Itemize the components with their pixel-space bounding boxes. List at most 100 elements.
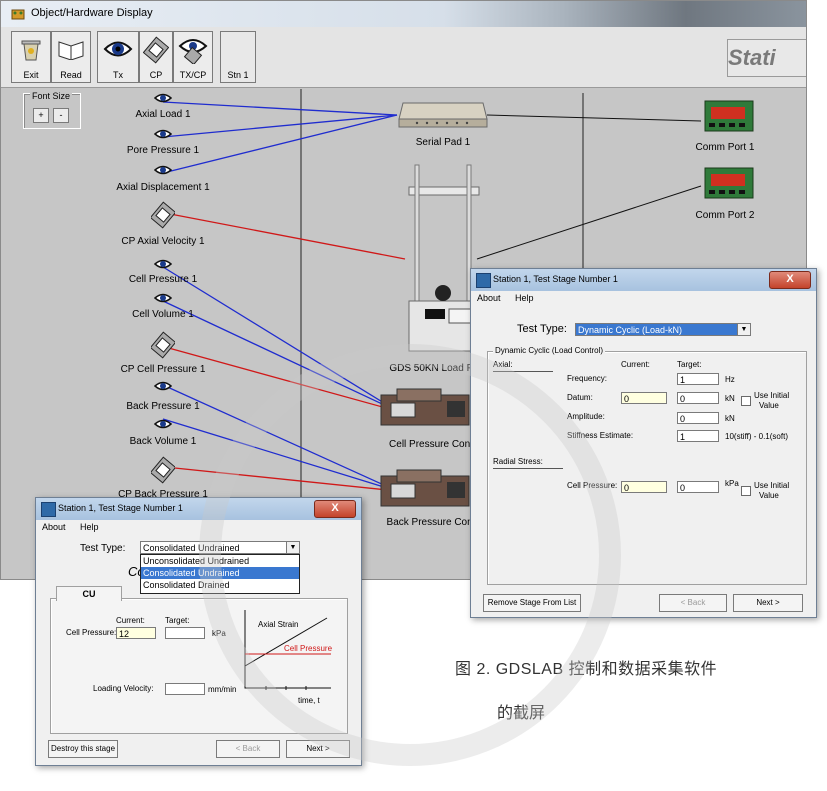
group-label: Dynamic Cyclic (Load Control): [493, 346, 606, 355]
target-label: Target:: [677, 360, 702, 369]
divider: [493, 468, 563, 469]
datum-unit: kN: [725, 394, 735, 403]
eye-icon: [153, 293, 173, 306]
eye-icon: [153, 381, 173, 394]
menu-bar: About Help: [471, 291, 816, 307]
valve-icon: [149, 456, 177, 487]
eye-icon: [153, 259, 173, 272]
eye-icon: [153, 419, 173, 432]
graph-axial-strain-label: Axial Strain: [258, 620, 299, 629]
cell-pressure-target-input[interactable]: [165, 627, 205, 639]
cu-stage-dialog: Station 1, Test Stage Number 1 X About H…: [35, 497, 362, 766]
eye-icon: [153, 93, 173, 106]
node-cell-volume[interactable]: Cell Volume 1: [132, 309, 194, 320]
comm-port-2-image[interactable]: [703, 164, 755, 205]
cell-pressure-target-input[interactable]: 0: [677, 481, 719, 493]
stiffness-range: 10(stiff) - 0.1(soft): [725, 432, 788, 441]
back-button[interactable]: < Back: [216, 740, 280, 758]
option-unconsolidated-undrained[interactable]: Unconsolidated Undrained: [141, 555, 299, 567]
node-axial-displacement[interactable]: Axial Displacement 1: [116, 182, 209, 193]
serial-pad-image[interactable]: [397, 97, 489, 134]
comm-port-1-image[interactable]: [703, 97, 755, 138]
close-button[interactable]: X: [769, 271, 811, 289]
next-button[interactable]: Next >: [286, 740, 350, 758]
cell-pressure-label: Cell Pressure:: [567, 481, 618, 490]
cell-pressure-controller-label: Cell Pressure Cont: [389, 439, 473, 450]
cell-pressure-label: Cell Pressure:: [66, 628, 117, 637]
frequency-input[interactable]: 1: [677, 373, 719, 385]
radial-stress-label: Radial Stress:: [493, 457, 543, 466]
serial-pad-label: Serial Pad 1: [415, 137, 471, 148]
eye-icon: [153, 165, 173, 178]
comm-port-2-label: Comm Port 2: [695, 210, 755, 221]
graph-cell-pressure-label: Cell Pressure: [284, 644, 333, 653]
use-initial-label-2: Value: [759, 401, 779, 410]
figure-caption-line-2: 的截屏: [497, 705, 546, 722]
back-pressure-controller-image[interactable]: [377, 466, 473, 515]
stiffness-label: Stiffness Estimate:: [567, 431, 634, 440]
cell-pressure-current-field: 0: [621, 481, 667, 493]
datum-label: Datum:: [567, 393, 593, 402]
test-type-select[interactable]: Consolidated Undrained ▼: [140, 541, 300, 554]
node-cp-cell-pressure[interactable]: CP Cell Pressure 1: [121, 364, 206, 375]
axial-label: Axial:: [493, 360, 513, 369]
comm-port-1-label: Comm Port 1: [695, 142, 755, 153]
amplitude-label: Amplitude:: [567, 412, 605, 421]
test-type-value: Dynamic Cyclic (Load-kN): [578, 325, 683, 335]
menu-help[interactable]: Help: [515, 293, 534, 303]
node-axial-load[interactable]: Axial Load 1: [135, 109, 190, 120]
close-button[interactable]: X: [314, 500, 356, 518]
load-frame-label: GDS 50KN Load F: [389, 363, 473, 374]
dialog-title-bar: Station 1, Test Stage Number 1 X: [471, 269, 816, 291]
stiffness-input[interactable]: 1: [677, 430, 719, 442]
divider: [493, 371, 553, 372]
node-cell-pressure[interactable]: Cell Pressure 1: [129, 274, 197, 285]
menu-about[interactable]: About: [42, 522, 66, 532]
menu-about[interactable]: About: [477, 293, 501, 303]
dialog-title: Station 1, Test Stage Number 1: [493, 274, 618, 284]
chevron-down-icon: ▼: [737, 324, 750, 335]
valve-icon: [149, 201, 177, 232]
cell-pressure-controller-image[interactable]: [377, 385, 473, 434]
test-type-label: Test Type:: [517, 323, 567, 335]
figure-caption-line-1: 图 2. GDSLAB 控制和数据采集软件: [455, 661, 718, 678]
remove-stage-button[interactable]: Remove Stage From List: [483, 594, 581, 612]
tab-cu[interactable]: CU: [56, 586, 122, 601]
amplitude-input[interactable]: 0: [677, 412, 719, 424]
datum-current-field: 0: [621, 392, 667, 404]
option-consolidated-drained[interactable]: Consolidated Drained: [141, 579, 299, 591]
loading-velocity-label: Loading Velocity:: [93, 684, 154, 693]
current-label: Current:: [621, 360, 650, 369]
back-button[interactable]: < Back: [659, 594, 727, 612]
dialog-title-bar: Station 1, Test Stage Number 1 X: [36, 498, 361, 520]
loading-velocity-input[interactable]: [165, 683, 205, 695]
next-button[interactable]: Next >: [733, 594, 803, 612]
dialog-title: Station 1, Test Stage Number 1: [58, 503, 183, 513]
cell-pressure-current-field: 12: [116, 627, 156, 639]
use-initial-label: Use Initial: [754, 391, 790, 400]
use-initial-checkbox[interactable]: [741, 486, 751, 496]
node-back-pressure[interactable]: Back Pressure 1: [126, 401, 199, 412]
app-icon: [41, 502, 56, 517]
frequency-unit: Hz: [725, 375, 735, 384]
use-initial-checkbox[interactable]: [741, 396, 751, 406]
cell-pressure-unit: kPa: [725, 479, 739, 488]
node-back-volume[interactable]: Back Volume 1: [130, 436, 197, 447]
test-type-select[interactable]: Dynamic Cyclic (Load-kN) ▼: [575, 323, 751, 336]
graph-time-label: time, t: [298, 696, 320, 705]
destroy-stage-button[interactable]: Destroy this stage: [48, 740, 118, 758]
datum-target-input[interactable]: 0: [677, 392, 719, 404]
back-pressure-controller-label: Back Pressure Cont: [386, 517, 476, 528]
frequency-label: Frequency:: [567, 374, 608, 383]
use-initial-label-2: Value: [759, 491, 779, 500]
app-icon: [476, 273, 491, 288]
eye-icon: [153, 129, 173, 142]
menu-help[interactable]: Help: [80, 522, 99, 532]
use-initial-label: Use Initial: [754, 481, 790, 490]
test-type-dropdown-list[interactable]: Unconsolidated Undrained Consolidated Un…: [140, 554, 300, 594]
option-consolidated-undrained[interactable]: Consolidated Undrained: [141, 567, 299, 579]
amplitude-unit: kN: [725, 414, 735, 423]
valve-icon: [149, 331, 177, 362]
node-cp-axial-velocity[interactable]: CP Axial Velocity 1: [121, 236, 204, 247]
node-pore-pressure[interactable]: Pore Pressure 1: [127, 145, 199, 156]
